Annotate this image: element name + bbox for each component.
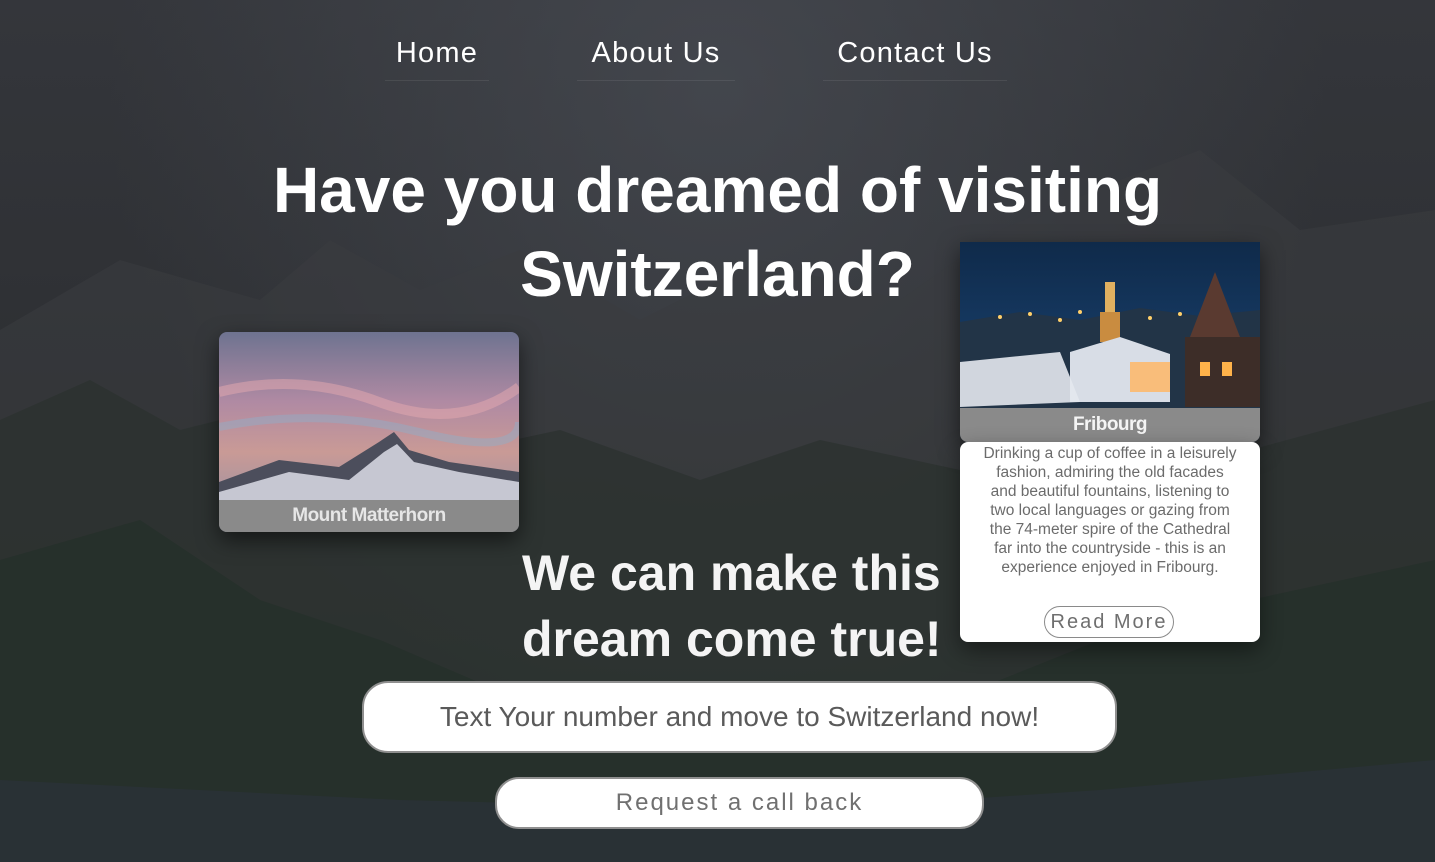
fribourg-card[interactable]: Fribourg — [960, 242, 1260, 442]
matterhorn-card[interactable]: Mount Matterhorn — [219, 332, 519, 532]
fribourg-caption: Fribourg — [960, 408, 1260, 442]
matterhorn-caption: Mount Matterhorn — [219, 500, 519, 532]
fribourg-description-panel: Drinking a cup of coffee in a leisurely … — [960, 442, 1260, 642]
phone-number-input[interactable] — [362, 681, 1117, 753]
fribourg-description: Drinking a cup of coffee in a leisurely … — [983, 445, 1237, 576]
main-navigation: Home About Us Contact Us — [0, 28, 1435, 84]
nav-contact-link[interactable]: Contact Us — [823, 28, 1007, 81]
hero-subtitle: We can make this dream come true! — [522, 545, 942, 667]
nav-about-link[interactable]: About Us — [577, 28, 735, 81]
read-more-button[interactable]: Read More — [1044, 606, 1174, 638]
request-callback-button[interactable]: Request a call back — [495, 777, 984, 829]
nav-home-link[interactable]: Home — [385, 28, 489, 81]
